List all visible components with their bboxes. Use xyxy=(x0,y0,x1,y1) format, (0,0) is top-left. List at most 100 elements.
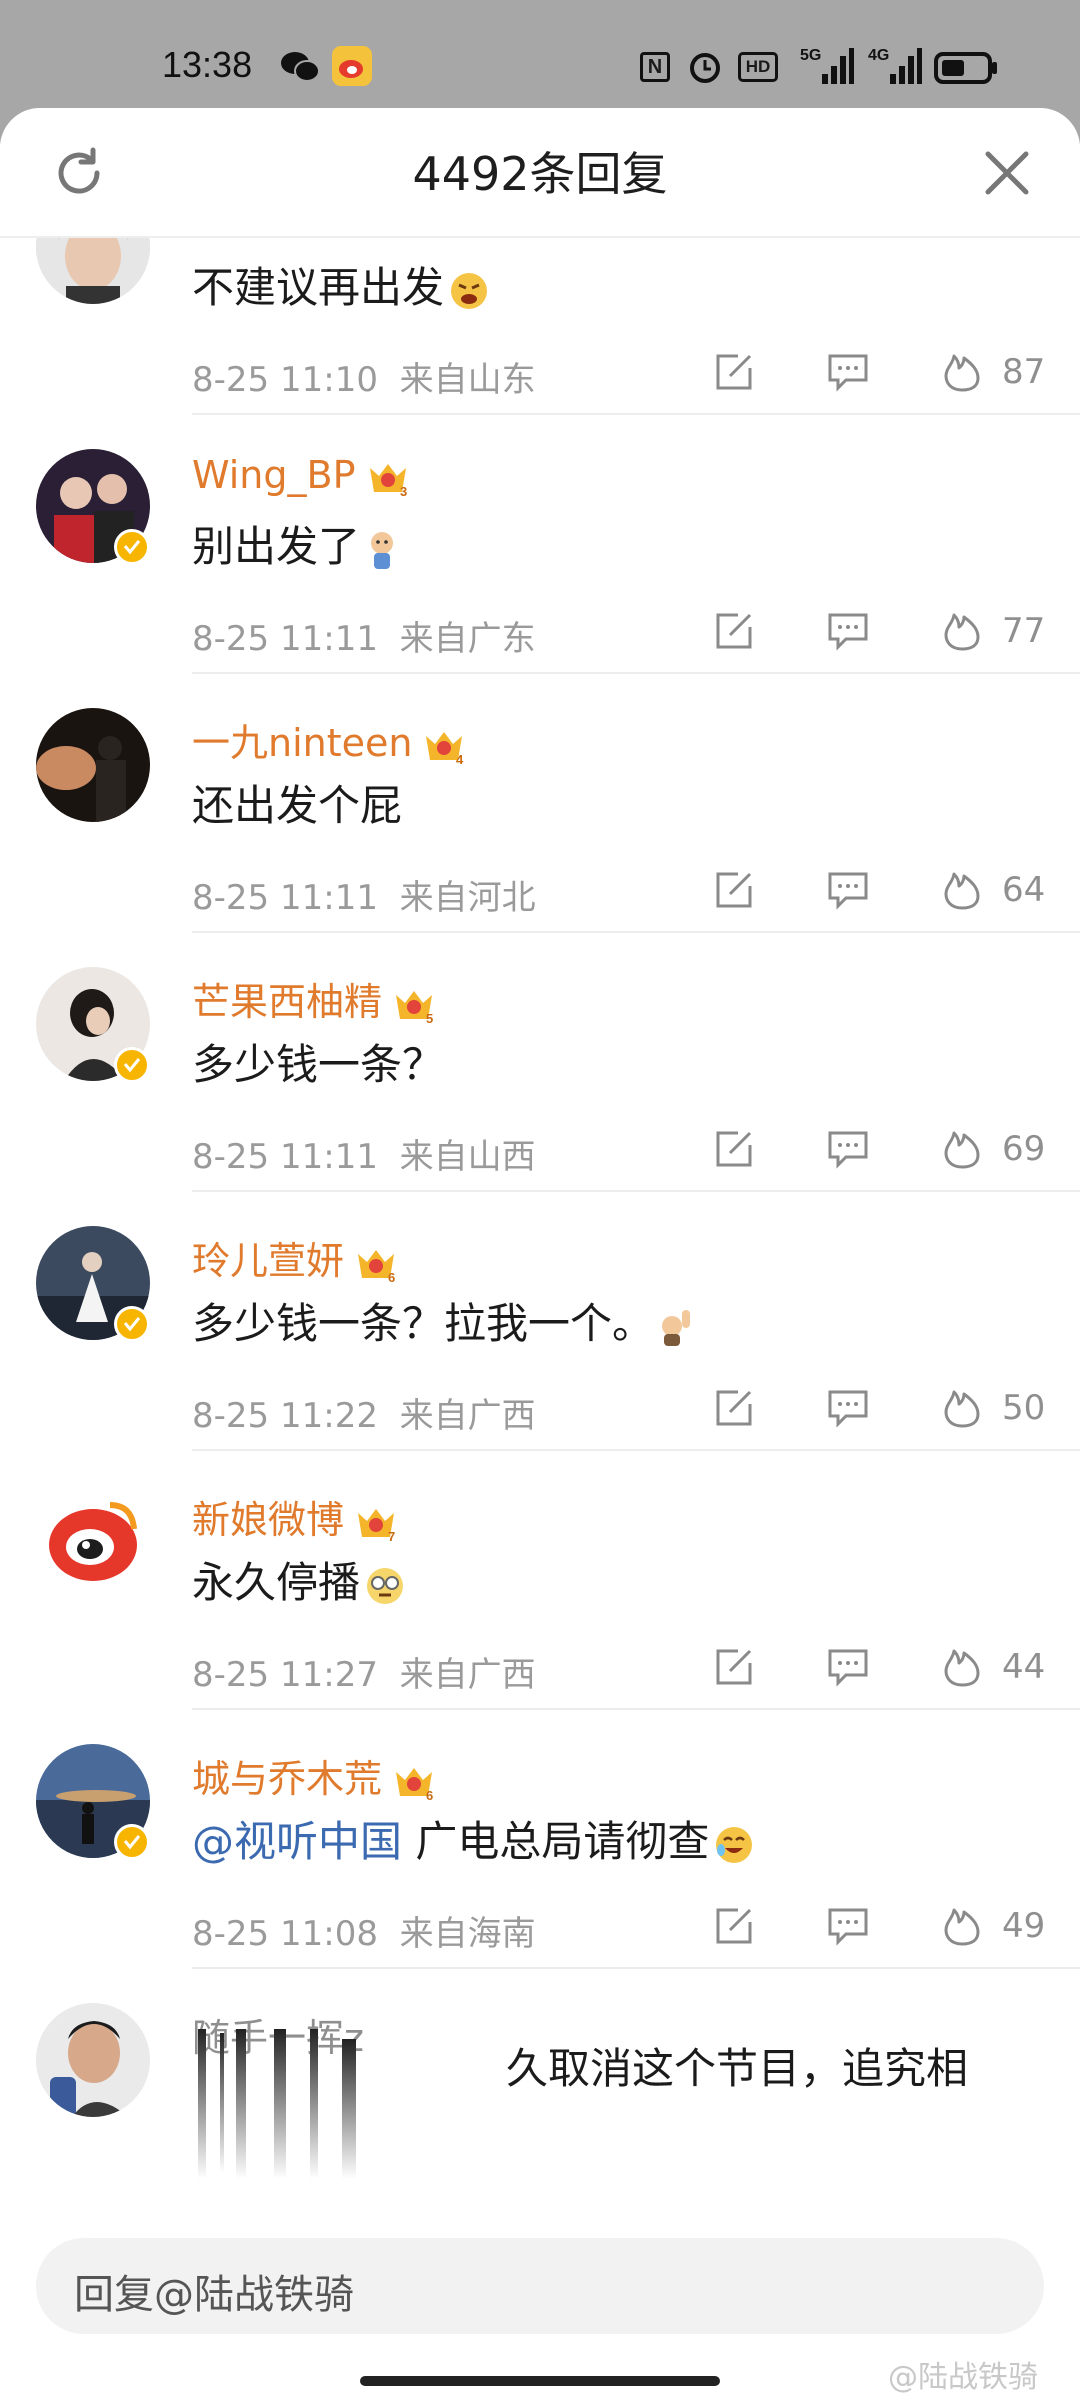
comment-icon[interactable] xyxy=(826,1386,870,1430)
share-icon[interactable] xyxy=(712,1904,756,1948)
comment-text: @视听中国 广电总局请彻查 xyxy=(192,1808,755,1869)
svg-text:5: 5 xyxy=(426,1011,433,1025)
comment-location: 来自山西 xyxy=(399,1137,536,1177)
comment-text: 不建议再出发 xyxy=(192,254,490,315)
like-count: 77 xyxy=(1002,611,1046,651)
reply-input[interactable]: 回复@陆战铁骑 xyxy=(36,2238,1044,2334)
avatar[interactable] xyxy=(36,1485,150,1599)
comment-text: 多少钱一条？拉我一个。 xyxy=(192,1290,698,1351)
like-icon[interactable] xyxy=(940,868,984,912)
verified-badge xyxy=(114,1824,150,1860)
comment-username[interactable]: 玲儿萱妍 6 xyxy=(192,1230,398,1285)
close-icon[interactable] xyxy=(978,144,1036,202)
comment-meta: 8-25 11:11 来自广东 xyxy=(192,611,536,660)
share-icon[interactable] xyxy=(712,609,756,653)
reply-placeholder: 回复@陆战铁骑 xyxy=(74,2272,354,2318)
comment-time: 8-25 11:11 xyxy=(192,1137,378,1177)
comment-time: 8-25 11:11 xyxy=(192,878,378,918)
hd-icon: HD xyxy=(738,52,778,82)
avatar[interactable] xyxy=(36,708,150,822)
share-icon[interactable] xyxy=(712,1127,756,1171)
crown-level-icon: 4 xyxy=(426,731,464,766)
comment-username[interactable]: 新娘微博 7 xyxy=(192,1489,398,1544)
comment-item[interactable]: 芒果西柚精 5 多少钱一条？ 8-25 11:11 来自山西 69 xyxy=(0,933,1080,1192)
like-icon[interactable] xyxy=(940,1645,984,1689)
comment-location: 来自海南 xyxy=(399,1914,536,1954)
crown-level-icon: 6 xyxy=(358,1249,395,1284)
like-icon[interactable] xyxy=(940,350,984,394)
mention-link[interactable]: @视听中国 xyxy=(192,1817,402,1866)
status-bar: 13:38 N HD 5G 4G xyxy=(0,0,1080,108)
comment-username[interactable]: 芒果西柚精 5 xyxy=(192,971,436,1026)
watermark: @陆战铁骑 xyxy=(888,2360,1038,2395)
angry-emoji xyxy=(451,272,488,309)
share-icon[interactable] xyxy=(712,1645,756,1689)
comment-list: 不建议再出发 8-25 11:10 来自山东 87 Wing_BP 3 别出发了 … xyxy=(0,238,1080,2320)
comment-item[interactable]: Wing_BP 3 别出发了 8-25 11:11 来自广东 77 xyxy=(0,415,1080,674)
like-icon[interactable] xyxy=(940,1904,984,1948)
svg-text:4G: 4G xyxy=(868,47,889,64)
alarm-icon xyxy=(690,53,720,83)
sheet-header: 4492条回复 xyxy=(0,108,1080,238)
comment-time: 8-25 11:10 xyxy=(192,360,378,400)
comment-location: 来自广东 xyxy=(399,619,536,659)
comment-icon[interactable] xyxy=(826,1904,870,1948)
crown-level-icon: 6 xyxy=(396,1767,433,1802)
svg-text:3: 3 xyxy=(400,484,407,498)
comment-icon[interactable] xyxy=(826,868,870,912)
svg-text:4: 4 xyxy=(456,752,464,766)
share-icon[interactable] xyxy=(712,868,756,912)
comment-icon[interactable] xyxy=(826,1645,870,1689)
comment-username[interactable]: 一九ninteen 4 xyxy=(192,712,466,767)
like-icon[interactable] xyxy=(940,609,984,653)
share-icon[interactable] xyxy=(712,350,756,394)
comment-meta: 8-25 11:10 来自山东 xyxy=(192,352,536,401)
home-indicator[interactable] xyxy=(360,2376,720,2386)
comment-location: 来自河北 xyxy=(399,878,536,918)
comment-username[interactable]: Wing_BP 3 xyxy=(192,453,410,498)
like-count: 49 xyxy=(1002,1906,1046,1946)
comment-text: 还出发个屁 xyxy=(192,781,403,830)
comment-item[interactable]: 不建议再出发 8-25 11:10 来自山东 87 xyxy=(0,238,1080,415)
svg-text:6: 6 xyxy=(426,1788,433,1802)
like-count: 64 xyxy=(1002,870,1046,910)
like-count: 44 xyxy=(1002,1647,1046,1687)
svg-text:6: 6 xyxy=(388,1270,395,1284)
nfc-icon: N xyxy=(640,52,670,82)
share-icon[interactable] xyxy=(712,1386,756,1430)
replies-sheet: 4492条回复 不建议再出发 8-25 11:10 来自山东 87 Wing_B… xyxy=(0,108,1080,2400)
raise-hand-emoji xyxy=(662,1309,691,1346)
comment-item[interactable]: 一九ninteen 4 还出发个屁 8-25 11:11 来自河北 64 xyxy=(0,674,1080,933)
comment-text: 永久停播 xyxy=(192,1549,406,1610)
avatar[interactable] xyxy=(36,238,150,304)
comment-item[interactable]: 玲儿萱妍 6 多少钱一条？拉我一个。 8-25 11:22 来自广西 50 xyxy=(0,1192,1080,1451)
weibo-icon xyxy=(332,46,372,86)
sad-emoji xyxy=(371,531,394,569)
sheet-title: 4492条回复 xyxy=(412,147,668,201)
wechat-icon xyxy=(281,52,320,82)
signal-5g-icon: 5G xyxy=(800,47,854,84)
avatar[interactable] xyxy=(36,2003,150,2117)
comment-meta: 8-25 11:11 来自山西 xyxy=(192,1129,536,1178)
like-icon[interactable] xyxy=(940,1127,984,1171)
like-count: 69 xyxy=(1002,1129,1046,1169)
comment-text: 别出发了 xyxy=(192,513,400,574)
comment-icon[interactable] xyxy=(826,1127,870,1171)
glitch-overlay xyxy=(198,2029,356,2179)
verified-badge xyxy=(114,1306,150,1342)
comment-meta: 8-25 11:11 来自河北 xyxy=(192,870,536,919)
comment-icon[interactable] xyxy=(826,609,870,653)
svg-text:7: 7 xyxy=(388,1529,395,1543)
like-icon[interactable] xyxy=(940,1386,984,1430)
tired-emoji xyxy=(367,1567,404,1604)
comment-item[interactable]: 城与乔木荒 6 @视听中国 广电总局请彻查 8-25 11:08 来自海南 49 xyxy=(0,1710,1080,1969)
comment-item[interactable]: 随手一挥z 久取消这个节目，追究相 xyxy=(0,1969,1080,2228)
comment-item[interactable]: 新娘微博 7 永久停播 8-25 11:27 来自广西 44 xyxy=(0,1451,1080,1710)
like-count: 50 xyxy=(1002,1388,1046,1428)
svg-text:5G: 5G xyxy=(800,47,821,64)
comment-text: 多少钱一条？ xyxy=(192,1040,445,1089)
comment-username[interactable]: 城与乔木荒 6 xyxy=(192,1748,436,1803)
comment-icon[interactable] xyxy=(826,350,870,394)
comment-time: 8-25 11:22 xyxy=(192,1396,378,1436)
battery-icon xyxy=(934,52,997,84)
